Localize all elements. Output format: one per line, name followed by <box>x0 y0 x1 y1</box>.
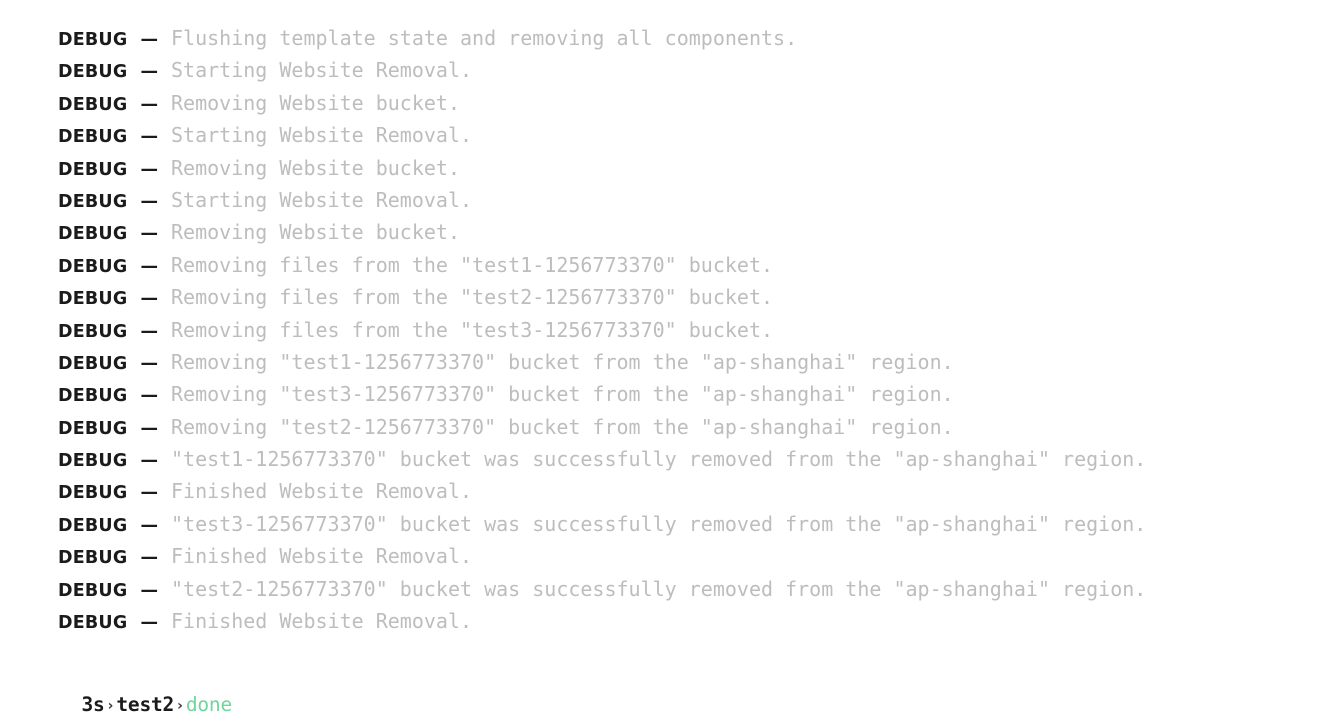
log-separator-dash: — <box>140 127 158 148</box>
log-separator-dash: — <box>140 256 158 277</box>
log-separator-dash: — <box>140 386 158 407</box>
log-line: DEBUG — "test1-1256773370" bucket was su… <box>58 443 1328 475</box>
log-level-badge: DEBUG <box>58 515 128 536</box>
log-line: DEBUG — Removing files from the "test2-1… <box>58 281 1328 313</box>
log-message: Removing Website bucket. <box>171 90 460 115</box>
log-message: Removing files from the "test3-125677337… <box>171 317 774 342</box>
log-level-badge: DEBUG <box>58 30 128 50</box>
log-level-badge: DEBUG <box>58 451 128 472</box>
log-line: DEBUG — Starting Website Removal. <box>58 184 1328 216</box>
log-level-badge: DEBUG <box>58 418 128 439</box>
log-message: "test3-1256773370" bucket was successful… <box>171 511 1147 536</box>
log-separator-dash: — <box>140 62 158 83</box>
chevron-right-icon-2: › <box>177 698 183 714</box>
log-line: DEBUG — Removing Website bucket. <box>58 87 1328 119</box>
log-separator-dash: — <box>140 321 158 342</box>
log-message: Finished Website Removal. <box>171 479 473 504</box>
log-separator-dash: — <box>140 289 158 310</box>
log-separator-dash: — <box>140 224 158 245</box>
log-level-badge: DEBUG <box>58 191 128 212</box>
log-separator-dash: — <box>140 353 158 374</box>
log-level-badge: DEBUG <box>58 224 128 245</box>
log-line: DEBUG — Starting Website Removal. <box>58 119 1328 151</box>
log-separator-dash: — <box>140 483 158 504</box>
log-level-badge: DEBUG <box>58 94 128 115</box>
log-message: "test1-1256773370" bucket was successful… <box>171 447 1147 472</box>
log-separator-dash: — <box>140 418 158 439</box>
log-message: Starting Website Removal. <box>171 58 473 83</box>
status-target: test2 <box>116 693 175 716</box>
log-line: DEBUG — Finished Website Removal. <box>58 540 1328 572</box>
log-line: DEBUG — Removing Website bucket. <box>58 152 1328 184</box>
log-level-badge: DEBUG <box>58 127 128 148</box>
log-line: DEBUG — "test2-1256773370" bucket was su… <box>58 573 1328 605</box>
log-separator-dash: — <box>140 548 158 569</box>
log-line: DEBUG — Finished Website Removal. <box>58 605 1328 637</box>
log-level-badge: DEBUG <box>58 353 128 374</box>
log-message: Removing files from the "test2-125677337… <box>171 285 774 310</box>
log-line: DEBUG — Flushing template state and remo… <box>58 22 1328 54</box>
log-level-badge: DEBUG <box>58 386 128 407</box>
chevron-right-icon-1: › <box>107 698 114 714</box>
log-message: Removing "test3-1256773370" bucket from … <box>171 382 954 407</box>
log-message: Finished Website Removal. <box>171 609 473 634</box>
log-level-badge: DEBUG <box>58 256 128 277</box>
log-message: Flushing template state and removing all… <box>171 26 798 50</box>
log-message: Starting Website Removal. <box>171 123 473 148</box>
log-separator-dash: — <box>140 30 158 50</box>
log-line: DEBUG — Removing "test1-1256773370" buck… <box>58 346 1328 378</box>
log-separator-dash: — <box>140 515 158 536</box>
status-state: done <box>185 693 233 716</box>
log-separator-dash: — <box>140 580 158 601</box>
log-line: DEBUG — "test3-1256773370" bucket was su… <box>58 508 1328 540</box>
status-line: 3s › test2 › done <box>58 669 232 719</box>
log-line: DEBUG — Starting Website Removal. <box>58 54 1328 86</box>
terminal-log-output: DEBUG — Flushing template state and remo… <box>58 22 1328 637</box>
log-separator-dash: — <box>140 94 158 115</box>
log-line: DEBUG — Removing files from the "test3-1… <box>58 314 1328 346</box>
log-message: Removing "test2-1256773370" bucket from … <box>171 414 954 439</box>
log-message: "test2-1256773370" bucket was successful… <box>171 576 1147 601</box>
log-level-badge: DEBUG <box>58 548 128 569</box>
log-message: Starting Website Removal. <box>171 187 473 212</box>
log-line: DEBUG — Finished Website Removal. <box>58 475 1328 507</box>
log-separator-dash: — <box>140 451 158 472</box>
log-line: DEBUG — Removing files from the "test1-1… <box>58 249 1328 281</box>
log-line: DEBUG — Removing Website bucket. <box>58 216 1328 248</box>
log-separator-dash: — <box>140 191 158 212</box>
log-level-badge: DEBUG <box>58 483 128 504</box>
log-message: Removing Website bucket. <box>171 220 460 245</box>
log-level-badge: DEBUG <box>58 289 128 310</box>
log-message: Removing files from the "test1-125677337… <box>171 252 774 277</box>
log-level-badge: DEBUG <box>58 62 128 83</box>
log-separator-dash: — <box>140 159 158 180</box>
log-line: DEBUG — Removing "test2-1256773370" buck… <box>58 411 1328 443</box>
log-level-badge: DEBUG <box>58 321 128 342</box>
log-level-badge: DEBUG <box>58 159 128 180</box>
log-message: Removing "test1-1256773370" bucket from … <box>171 349 954 374</box>
log-separator-dash: — <box>140 613 158 634</box>
log-message: Finished Website Removal. <box>171 544 473 569</box>
log-level-badge: DEBUG <box>58 580 128 601</box>
log-message: Removing Website bucket. <box>171 155 460 180</box>
status-duration: 3s <box>81 693 105 716</box>
log-line: DEBUG — Removing "test3-1256773370" buck… <box>58 378 1328 410</box>
log-level-badge: DEBUG <box>58 613 128 634</box>
